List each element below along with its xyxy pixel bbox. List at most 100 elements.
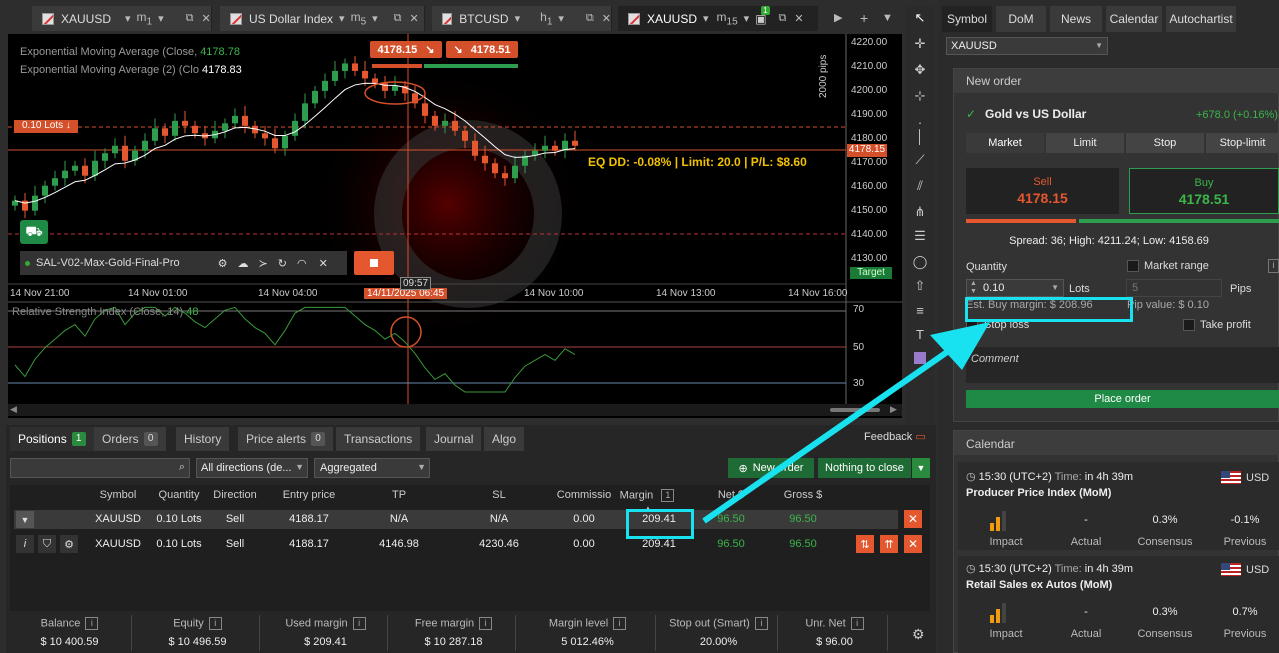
symbol-search-input[interactable]: ⌕ xyxy=(10,458,190,478)
take-profit-checkbox[interactable] xyxy=(1183,319,1195,331)
timeframe[interactable]: m1 xyxy=(137,10,153,27)
vertical-line-icon[interactable]: │ xyxy=(906,124,934,148)
scroll-thumb[interactable] xyxy=(830,408,880,412)
info-icon[interactable]: i xyxy=(16,535,34,553)
col-direction[interactable]: Direction xyxy=(210,489,260,501)
tab-symbol[interactable]: Symbol xyxy=(942,6,992,32)
col-gross[interactable]: Gross $ xyxy=(770,489,836,501)
timeframe[interactable]: m5 xyxy=(351,10,367,27)
tab-orders[interactable]: Orders 0 xyxy=(94,427,166,451)
popout-icon[interactable]: ⧉ xyxy=(186,12,194,25)
row-tp[interactable]: N/A xyxy=(360,513,438,525)
info-icon[interactable]: i xyxy=(1268,259,1279,273)
crosshair-icon[interactable]: ✛ xyxy=(906,32,934,56)
color-picker-icon[interactable] xyxy=(906,346,934,370)
chevron-down-icon[interactable]: ▾ xyxy=(339,12,345,25)
pips-input[interactable]: 5 xyxy=(1126,279,1222,297)
close-icon[interactable]: ✕ xyxy=(319,257,328,270)
col-commission[interactable]: Commissio xyxy=(556,489,612,501)
info-icon[interactable]: i xyxy=(208,617,222,630)
market-range-checkbox[interactable] xyxy=(1127,260,1139,272)
price-chart[interactable] xyxy=(8,34,902,418)
tab-price-alerts[interactable]: Price alerts 0 xyxy=(238,427,334,451)
new-order-button[interactable]: ⊕ New order xyxy=(728,458,814,478)
buy-button[interactable]: Buy 4178.51 xyxy=(1129,168,1279,214)
direction-filter-select[interactable]: All directions (de... ▼ xyxy=(196,458,308,478)
sell-button[interactable]: Sell 4178.15 xyxy=(966,168,1119,214)
col-symbol[interactable]: Symbol xyxy=(90,489,146,501)
history-icon[interactable]: ↻ xyxy=(278,257,287,270)
order-type-market[interactable]: Market xyxy=(966,133,1044,153)
cursor-icon[interactable]: ↖ xyxy=(906,6,934,30)
tab-news[interactable]: News xyxy=(1050,6,1102,32)
add-tab-icon[interactable]: + xyxy=(860,10,868,26)
arrow-up-icon[interactable]: ⇧ xyxy=(906,274,934,298)
close-position-button[interactable]: ✕ xyxy=(904,535,922,553)
chart-tab-3[interactable]: BTCUSD ▾ h1 ▾ ⧉ ✕ xyxy=(432,6,612,31)
row-sl[interactable]: 4230.46 xyxy=(440,538,558,550)
collapse-icon[interactable]: ▼ xyxy=(16,511,34,528)
text-icon[interactable]: T xyxy=(906,322,934,346)
channel-icon[interactable]: ⫽ xyxy=(906,174,934,198)
chevron-down-icon[interactable]: ▾ xyxy=(558,12,564,25)
tab-history[interactable]: History xyxy=(176,427,230,451)
info-icon[interactable]: i xyxy=(754,617,768,630)
levels-icon[interactable]: ≡ xyxy=(906,298,934,322)
algo-icon[interactable]: ▣ 1 xyxy=(755,5,770,26)
double-up-button[interactable]: ⇈ xyxy=(880,535,898,553)
close-icon[interactable]: ✕ xyxy=(410,12,419,25)
tab-journal[interactable]: Journal xyxy=(426,427,482,451)
tab-algo[interactable]: Algo xyxy=(484,427,525,451)
symbol-select[interactable]: XAUUSD ▼ xyxy=(946,37,1108,55)
col-net[interactable]: Net $ xyxy=(698,489,764,501)
lots-tag[interactable]: 0.10 Lots ↓ xyxy=(14,120,78,133)
close-position-button[interactable]: ✕ xyxy=(904,510,922,528)
ellipse-icon[interactable]: ◯ xyxy=(906,250,934,274)
chart-tab-1[interactable]: XAUUSD ▾ m1 ▾ ⧉ ✕ xyxy=(32,6,212,31)
trend-line-icon[interactable]: ⟋ xyxy=(906,148,934,172)
order-type-limit[interactable]: Limit xyxy=(1046,133,1124,153)
info-icon[interactable]: i xyxy=(352,617,366,630)
info-icon[interactable]: i xyxy=(479,617,493,630)
algo-robot-icon[interactable]: ⛟ xyxy=(20,220,48,244)
terminal-icon[interactable]: ≻ xyxy=(259,257,268,270)
reverse-position-button[interactable]: ⇅ xyxy=(856,535,874,553)
popout-icon[interactable]: ⧉ xyxy=(394,12,402,25)
tab-dom[interactable]: DoM xyxy=(996,6,1046,32)
tab-transactions[interactable]: Transactions xyxy=(336,427,421,451)
chevron-down-icon[interactable]: ▾ xyxy=(372,12,378,25)
margin-info-icon[interactable]: 1 xyxy=(661,489,675,502)
feedback-button[interactable]: Feedback ▭ xyxy=(864,430,926,443)
chevron-down-icon[interactable]: ▾ xyxy=(125,12,131,25)
gauge-icon[interactable]: ◠ xyxy=(297,257,307,270)
col-tp[interactable]: TP xyxy=(360,489,438,501)
fibonacci-icon[interactable]: ☰ xyxy=(906,224,934,248)
grouping-select[interactable]: Aggregated ▼ xyxy=(314,458,430,478)
sell-quote-button[interactable]: 4178.15 ↘ xyxy=(370,41,442,58)
settings-icon[interactable]: ⚙ xyxy=(912,626,925,643)
chart-tab-4[interactable]: XAUUSD ▾ m15 ▾ ▣ 1 ⧉ ✕ xyxy=(618,5,818,31)
order-type-stop[interactable]: Stop xyxy=(1126,133,1204,153)
tabs-menu-icon[interactable]: ▼ xyxy=(882,12,893,24)
nothing-to-close-button[interactable]: Nothing to close xyxy=(818,458,911,478)
chart-panel[interactable] xyxy=(8,34,902,418)
row-tp[interactable]: 4146.98 xyxy=(360,538,438,550)
info-icon[interactable]: i xyxy=(613,617,627,630)
settings-icon[interactable]: ⚙ xyxy=(218,257,228,270)
stop-algo-button[interactable] xyxy=(354,251,394,275)
buy-quote-button[interactable]: ↘ 4178.51 xyxy=(446,41,518,58)
col-sl[interactable]: SL xyxy=(440,489,558,501)
chevron-down-icon[interactable]: ▾ xyxy=(744,12,750,25)
timeframe[interactable]: h1 xyxy=(540,10,552,27)
chevron-down-icon[interactable]: ▾ xyxy=(703,12,709,25)
tab-autochartist[interactable]: Autochartist xyxy=(1166,6,1236,32)
popout-icon[interactable]: ⧉ xyxy=(586,12,594,25)
gear-icon[interactable]: ⚙ xyxy=(60,535,78,553)
order-type-stop-limit[interactable]: Stop-limit xyxy=(1206,133,1279,153)
scroll-right-icon[interactable]: ▶ xyxy=(834,11,842,24)
tab-positions[interactable]: Positions 1 xyxy=(10,427,94,451)
pitchfork-icon[interactable]: ⋔ xyxy=(906,200,934,224)
timeframe[interactable]: m15 xyxy=(717,10,738,27)
chart-tab-2[interactable]: US Dollar Index ▾ m5 ▾ ⧉ ✕ xyxy=(220,6,425,31)
quantity-input[interactable]: ▲ ▼ 0.10 ▼ xyxy=(966,279,1064,297)
